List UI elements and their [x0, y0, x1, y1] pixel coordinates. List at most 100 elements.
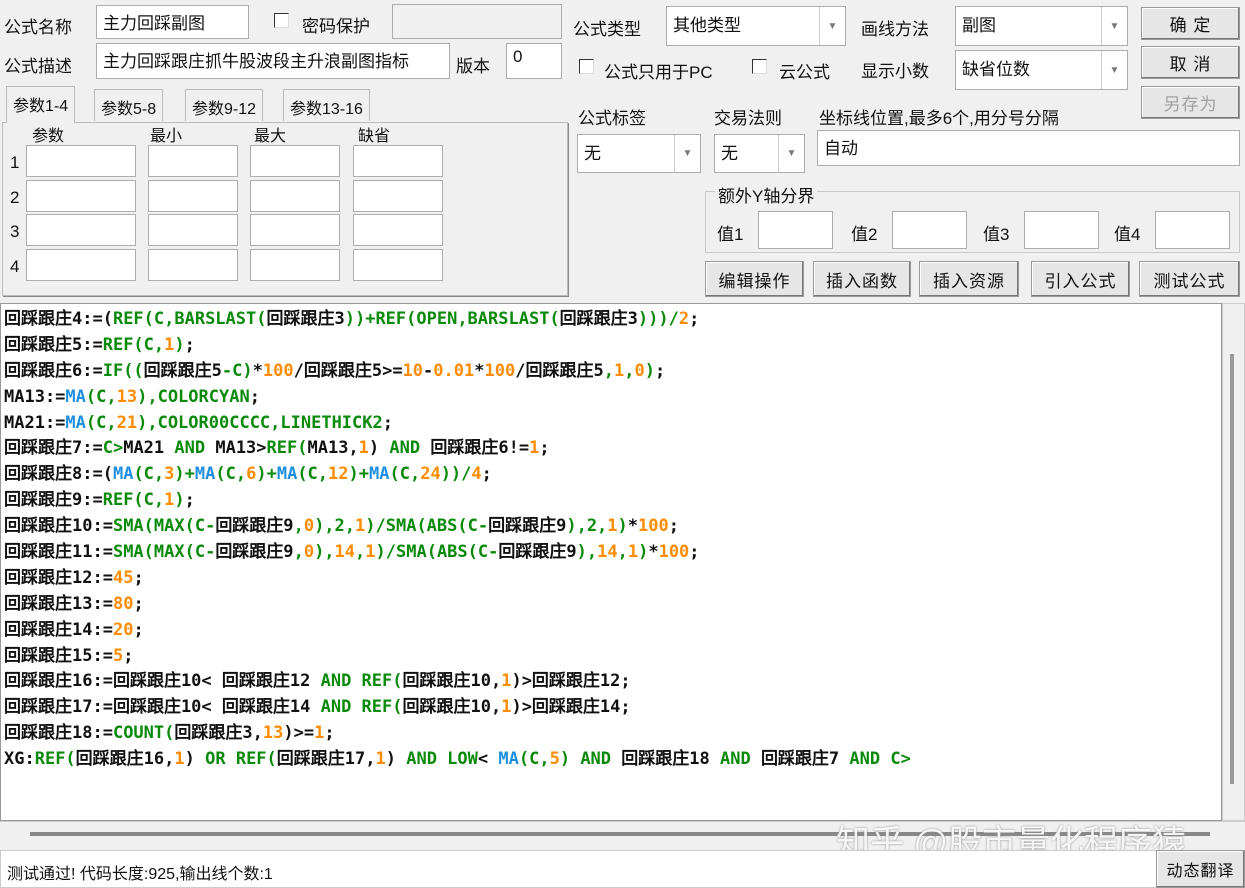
- code-token: (C,: [85, 386, 117, 407]
- code-line: 回踩跟庄16:=回踩跟庄10< 回踩跟庄12 AND REF(回踩跟庄10,1)…: [4, 669, 1218, 695]
- param-cell-input[interactable]: [26, 248, 136, 281]
- param-cell-input[interactable]: [148, 214, 238, 246]
- vertical-scroll-thumb[interactable]: [1230, 354, 1234, 784]
- code-token: 1: [164, 490, 175, 511]
- code-token: 回踩跟庄3,: [174, 723, 263, 744]
- axis-position-input[interactable]: 自动: [817, 130, 1240, 166]
- cancel-button[interactable]: 取 消: [1141, 46, 1240, 79]
- y-value-input[interactable]: [892, 211, 967, 249]
- chevron-down-icon: ▼: [1101, 51, 1127, 89]
- code-token: 回踩跟庄9: [215, 516, 294, 537]
- ok-button[interactable]: 确 定: [1141, 7, 1240, 40]
- code-token: AND LOW: [396, 749, 478, 770]
- code-token: AND REF(: [310, 697, 403, 718]
- code-token: SMA(MAX(C-: [112, 542, 216, 563]
- formula-desc-input[interactable]: 主力回踩跟庄抓牛股波段主升浪副图指标: [96, 43, 450, 79]
- code-line: 回踩跟庄7:=C>MA21 AND MA13>REF(MA13,1) AND 回…: [4, 436, 1218, 462]
- cloud-formula-checkbox[interactable]: [752, 59, 767, 74]
- param-cell-input[interactable]: [353, 145, 443, 177]
- formula-name-input[interactable]: 主力回踩副图: [96, 5, 249, 39]
- pc-only-checkbox[interactable]: [579, 59, 594, 74]
- code-token: 1: [174, 749, 185, 770]
- code-editor[interactable]: 回踩跟庄4:=(REF(C,BARSLAST(回踩跟庄3))+REF(OPEN,…: [0, 303, 1222, 821]
- save-as-button[interactable]: 另存为: [1141, 86, 1240, 119]
- formula-tag-label: 公式标签: [578, 109, 646, 128]
- version-label: 版本: [456, 57, 490, 76]
- code-token: (C,: [389, 464, 421, 485]
- tab-params-9-12[interactable]: 参数9-12: [185, 89, 264, 121]
- param-cell-input[interactable]: [250, 179, 340, 212]
- param-cell-input[interactable]: [148, 248, 238, 281]
- y-value-input[interactable]: [1024, 211, 1099, 249]
- code-token: 回踩跟庄11:=: [4, 542, 113, 563]
- code-token: 回踩跟庄16,: [75, 749, 175, 770]
- code-token: 1: [365, 542, 376, 563]
- code-token: 4: [471, 464, 482, 485]
- formula-desc-label: 公式描述: [4, 57, 72, 76]
- tab-params-1-4[interactable]: 参数1-4: [6, 86, 76, 123]
- formula-type-value: 其他类型: [673, 16, 741, 35]
- dynamic-translate-button[interactable]: 动态翻译: [1156, 850, 1245, 888]
- draw-method-select[interactable]: 副图 ▼: [955, 6, 1128, 46]
- code-token: 1: [501, 671, 512, 692]
- param-cell-input[interactable]: [250, 145, 340, 177]
- code-token: REF(C,BARSLAST(: [112, 309, 267, 329]
- param-cell-input[interactable]: [250, 248, 340, 281]
- y-value-input[interactable]: [758, 211, 833, 249]
- param-cell-input[interactable]: [26, 145, 136, 177]
- code-token: 回踩跟庄15:=: [4, 645, 113, 666]
- param-cell-input[interactable]: [353, 248, 443, 281]
- code-token: 0: [634, 360, 645, 381]
- tab-params-5-8[interactable]: 参数5-8: [94, 89, 164, 121]
- password-input[interactable]: [392, 4, 562, 39]
- version-input[interactable]: 0: [506, 43, 562, 79]
- decimal-select[interactable]: 缺省位数 ▼: [955, 50, 1128, 90]
- code-token: /回踩跟庄5>=: [293, 360, 403, 381]
- param-cell-input[interactable]: [148, 145, 238, 177]
- param-cell-input[interactable]: [26, 179, 136, 212]
- code-line: 回踩跟庄13:=80;: [4, 592, 1218, 618]
- insert-resource-button[interactable]: 插入资源: [919, 261, 1019, 297]
- code-token: 1: [164, 334, 175, 355]
- import-formula-button[interactable]: 引入公式: [1031, 261, 1130, 297]
- param-cell-input[interactable]: [353, 179, 443, 212]
- code-token: C>: [102, 438, 124, 459]
- test-formula-button[interactable]: 测试公式: [1139, 261, 1240, 297]
- code-token: 100: [484, 360, 516, 381]
- code-token: AND: [709, 749, 761, 770]
- code-token: 1: [314, 723, 325, 744]
- code-line: 回踩跟庄11:=SMA(MAX(C-回踩跟庄9,0),14,1)/SMA(ABS…: [4, 540, 1218, 566]
- param-cell-input[interactable]: [250, 214, 340, 246]
- param-cell-input[interactable]: [148, 179, 238, 212]
- formula-type-select[interactable]: 其他类型 ▼: [666, 6, 846, 46]
- param-cell-input[interactable]: [353, 214, 443, 246]
- code-token: 回踩跟庄5:=: [4, 334, 103, 355]
- password-checkbox[interactable]: [274, 13, 289, 28]
- formula-tag-select[interactable]: 无 ▼: [577, 134, 701, 173]
- code-token: 100: [658, 542, 690, 563]
- edit-operation-button[interactable]: 编辑操作: [705, 261, 804, 297]
- status-bar: 测试通过! 代码长度:925,输出线个数:1: [0, 850, 1158, 888]
- code-token: REF(C,: [102, 490, 165, 511]
- tab-params-13-16[interactable]: 参数13-16: [283, 89, 370, 121]
- code-token: 回踩跟庄7:=: [4, 438, 103, 459]
- trade-rule-select[interactable]: 无 ▼: [714, 134, 805, 173]
- formula-name-label: 公式名称: [4, 18, 72, 37]
- param-row-number: 4: [10, 256, 20, 276]
- code-token: )/SMA(ABS(C-: [375, 542, 499, 563]
- code-token: XG:: [4, 749, 35, 770]
- chevron-down-icon: ▼: [1101, 7, 1127, 45]
- code-token: (C,: [215, 464, 247, 485]
- param-cell-input[interactable]: [26, 214, 136, 246]
- y-value-input[interactable]: [1155, 211, 1230, 249]
- y-value-label: 值2: [851, 225, 878, 244]
- code-line: 回踩跟庄8:=(MA(C,3)+MA(C,6)+MA(C,12)+MA(C,24…: [4, 462, 1218, 488]
- param-column-header: 最小: [150, 128, 183, 145]
- code-token: 6: [246, 464, 257, 485]
- code-token: )+: [256, 464, 277, 485]
- code-token: ))/: [440, 464, 472, 485]
- vertical-scrollbar[interactable]: [1222, 303, 1245, 821]
- insert-function-button[interactable]: 插入函数: [813, 261, 911, 297]
- code-token: ,: [603, 360, 614, 381]
- code-token: ): [638, 542, 649, 563]
